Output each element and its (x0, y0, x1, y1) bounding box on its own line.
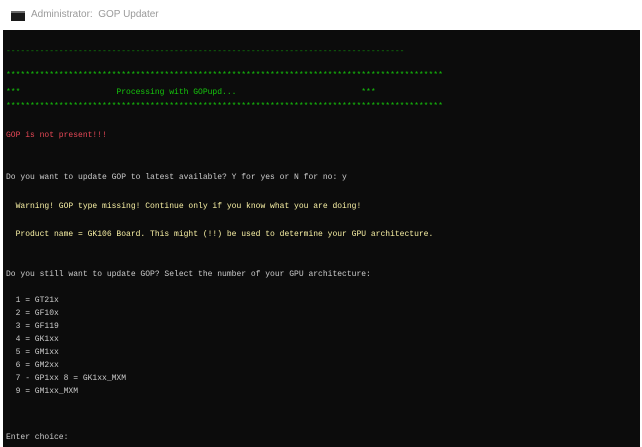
input-prompt[interactable]: Enter choice: (6, 433, 68, 443)
title-bar[interactable]: Administrator: GOP Updater (0, 0, 642, 30)
option-line: 4 = GK1xx (6, 335, 59, 344)
console-output[interactable]: ----------------------------------------… (3, 30, 640, 447)
banner-stars-bottom: ****************************************… (6, 102, 443, 111)
console-icon (11, 11, 25, 21)
error-message: GOP is not present!!! (6, 131, 107, 140)
option-line: 2 = GF10x (6, 309, 59, 318)
banner-text: *** Processing with GOPupd... *** (6, 88, 376, 97)
banner-stars-top: ****************************************… (6, 71, 443, 80)
product-name-message: Product name = GK106 Board. This might (… (6, 230, 434, 239)
console-rule: ----------------------------------------… (6, 47, 405, 56)
architecture-question: Do you still want to update GOP? Select … (6, 270, 371, 279)
update-question: Do you want to update GOP to latest avai… (6, 173, 347, 182)
option-line: 5 = GM1xx (6, 348, 59, 357)
window-title: Administrator: GOP Updater (31, 9, 159, 20)
option-line: 1 = GT21x (6, 296, 59, 305)
console-window: Administrator: GOP Updater -------------… (0, 0, 642, 447)
warning-message: Warning! GOP type missing! Continue only… (6, 202, 362, 211)
option-line: 7 - GP1xx 8 = GK1xx_MXM (6, 374, 127, 383)
option-line: 9 = GM1xx_MXM (6, 387, 79, 396)
option-line: 3 = GF119 (6, 322, 59, 331)
option-line: 6 = GM2xx (6, 361, 59, 370)
